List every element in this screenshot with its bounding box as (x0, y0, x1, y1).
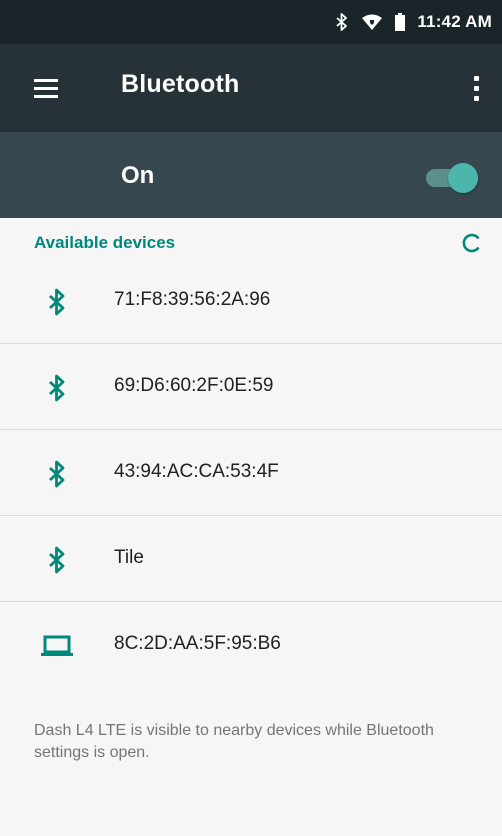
device-name: Tile (114, 547, 144, 568)
wifi-icon (361, 13, 383, 31)
battery-icon (395, 13, 406, 31)
toggle-label: On (121, 162, 155, 189)
status-bar: 11:42 AM (0, 0, 502, 44)
app-bar: Bluetooth (0, 44, 502, 132)
device-item[interactable]: 43:94:AC:CA:53:4F (0, 430, 502, 516)
hamburger-menu-icon[interactable] (34, 74, 66, 102)
bluetooth-switch[interactable] (426, 163, 478, 193)
device-name: 8C:2D:AA:5F:95:B6 (114, 633, 281, 654)
device-item[interactable]: Tile (0, 516, 502, 602)
bluetooth-icon (40, 371, 74, 405)
bluetooth-icon (40, 285, 74, 319)
device-item[interactable]: 71:F8:39:56:2A:96 (0, 258, 502, 344)
bluetooth-icon (40, 457, 74, 491)
bluetooth-toggle-bar[interactable]: On (0, 132, 502, 218)
page-title: Bluetooth (121, 70, 240, 98)
bluetooth-icon (335, 13, 349, 31)
device-list: 71:F8:39:56:2A:96 69:D6:60:2F:0E:59 43:9… (0, 258, 502, 688)
device-item[interactable]: 8C:2D:AA:5F:95:B6 (0, 602, 502, 688)
device-name: 69:D6:60:2F:0E:59 (114, 375, 274, 396)
visibility-note: Dash L4 LTE is visible to nearby devices… (34, 722, 434, 761)
more-vert-icon[interactable] (464, 70, 488, 106)
device-name: 71:F8:39:56:2A:96 (114, 289, 271, 310)
refresh-icon[interactable] (457, 228, 487, 258)
section-title: Available devices (34, 233, 176, 252)
laptop-icon (40, 629, 74, 663)
switch-thumb (448, 163, 478, 193)
device-name: 43:94:AC:CA:53:4F (114, 461, 279, 482)
bluetooth-icon (40, 543, 74, 577)
device-item[interactable]: 69:D6:60:2F:0E:59 (0, 344, 502, 430)
status-time: 11:42 AM (417, 12, 492, 31)
